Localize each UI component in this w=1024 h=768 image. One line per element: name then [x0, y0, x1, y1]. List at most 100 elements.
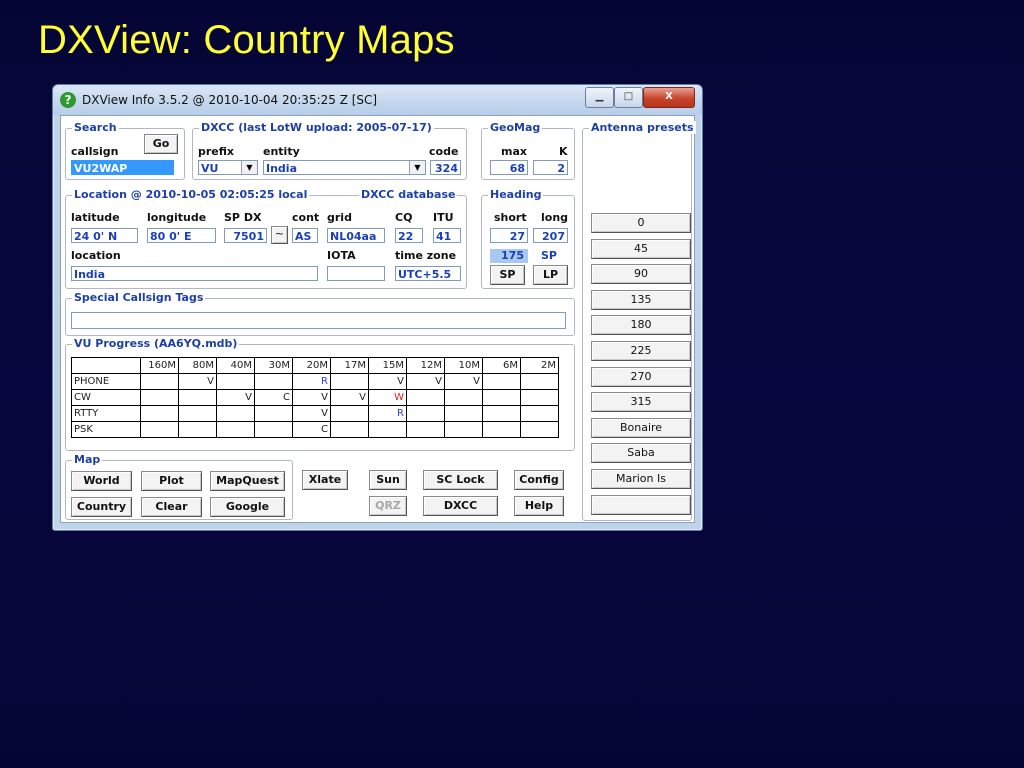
progress-cell[interactable]: [444, 421, 483, 438]
progress-cell[interactable]: [178, 389, 217, 406]
antenna-preset-button[interactable]: Marion Is: [591, 469, 691, 489]
tilde-button[interactable]: ~: [271, 226, 288, 244]
progress-cell[interactable]: [330, 421, 369, 438]
sc-lock-button[interactable]: SC Lock: [423, 470, 498, 490]
sp-button[interactable]: SP: [490, 265, 525, 285]
chevron-down-icon[interactable]: ▼: [409, 161, 425, 174]
progress-cell[interactable]: [520, 421, 559, 438]
long-heading-field[interactable]: 207: [533, 228, 568, 243]
progress-cell[interactable]: [140, 373, 179, 390]
progress-cell[interactable]: [140, 405, 179, 422]
progress-cell[interactable]: [482, 421, 521, 438]
qrz-button[interactable]: QRZ: [369, 496, 407, 516]
timezone-field[interactable]: UTC+5.5: [395, 266, 461, 281]
iota-field[interactable]: [327, 266, 385, 281]
progress-cell[interactable]: R: [368, 405, 407, 422]
longitude-field[interactable]: 80 0' E: [147, 228, 216, 243]
antenna-preset-button[interactable]: [591, 494, 691, 515]
progress-cell[interactable]: V: [216, 389, 255, 406]
progress-cell[interactable]: [178, 405, 217, 422]
mapquest-button[interactable]: MapQuest: [210, 471, 285, 491]
progress-cell[interactable]: [520, 373, 559, 390]
tags-field[interactable]: [71, 312, 566, 329]
progress-cell[interactable]: V: [292, 389, 331, 406]
geomag-max-field[interactable]: 68: [490, 160, 528, 175]
progress-cell[interactable]: [254, 405, 293, 422]
entity-select[interactable]: India ▼: [263, 160, 426, 175]
progress-cell[interactable]: [406, 389, 445, 406]
progress-cell[interactable]: [482, 389, 521, 406]
progress-cell[interactable]: [482, 373, 521, 390]
window-title: DXView Info 3.5.2 @ 2010-10-04 20:35:25 …: [82, 93, 378, 107]
antenna-preset-button[interactable]: Bonaire: [591, 417, 691, 438]
code-field[interactable]: 324: [430, 160, 461, 175]
progress-cell[interactable]: V: [292, 405, 331, 422]
progress-cell[interactable]: [520, 389, 559, 406]
config-button[interactable]: Config: [514, 470, 564, 490]
latitude-label: latitude: [71, 211, 120, 224]
progress-cell[interactable]: V: [406, 373, 445, 390]
maximize-button[interactable]: □: [614, 87, 643, 108]
antenna-preset-button[interactable]: 180: [591, 315, 691, 336]
progress-cell[interactable]: R: [292, 373, 331, 390]
progress-cell[interactable]: [520, 405, 559, 422]
cont-field[interactable]: AS: [292, 228, 318, 243]
world-button[interactable]: World: [71, 471, 132, 491]
plot-button[interactable]: Plot: [141, 471, 202, 491]
short-heading-field[interactable]: 27: [490, 228, 528, 243]
progress-cell[interactable]: [406, 421, 445, 438]
progress-cell[interactable]: [482, 405, 521, 422]
spdx-field[interactable]: 7501: [224, 228, 267, 243]
antenna-preset-button[interactable]: 270: [591, 366, 691, 387]
progress-cell[interactable]: C: [254, 389, 293, 406]
antenna-preset-button[interactable]: 0: [591, 213, 691, 233]
chevron-down-icon[interactable]: ▼: [241, 161, 257, 174]
location-field[interactable]: India: [71, 266, 318, 281]
progress-cell[interactable]: V: [368, 373, 407, 390]
progress-cell[interactable]: W: [368, 389, 407, 406]
sun-button[interactable]: Sun: [369, 470, 407, 490]
itu-field[interactable]: 41: [433, 228, 461, 243]
close-button[interactable]: X: [643, 87, 695, 108]
antenna-preset-button[interactable]: Saba: [591, 443, 691, 464]
antenna-preset-button[interactable]: 135: [591, 289, 691, 310]
progress-cell[interactable]: V: [330, 389, 369, 406]
progress-cell[interactable]: [140, 421, 179, 438]
progress-cell[interactable]: [254, 373, 293, 390]
antenna-preset-button[interactable]: 315: [591, 392, 691, 413]
progress-cell[interactable]: V: [444, 373, 483, 390]
callsign-input[interactable]: VU2WAP: [71, 160, 174, 175]
google-button[interactable]: Google: [210, 497, 285, 517]
progress-cell[interactable]: [216, 421, 255, 438]
lp-button[interactable]: LP: [533, 265, 568, 285]
antenna-preset-button[interactable]: 225: [591, 341, 691, 361]
progress-cell[interactable]: C: [292, 421, 331, 438]
cq-field[interactable]: 22: [395, 228, 423, 243]
latitude-field[interactable]: 24 0' N: [71, 228, 138, 243]
xlate-button[interactable]: Xlate: [302, 470, 348, 490]
progress-cell[interactable]: [444, 389, 483, 406]
progress-cell[interactable]: [178, 421, 217, 438]
progress-cell[interactable]: [444, 405, 483, 422]
dxcc-button[interactable]: DXCC: [423, 496, 498, 516]
progress-cell[interactable]: [368, 421, 407, 438]
progress-cell[interactable]: [330, 373, 369, 390]
clear-button[interactable]: Clear: [141, 497, 202, 517]
progress-cell[interactable]: [140, 389, 179, 406]
progress-cell[interactable]: [406, 405, 445, 422]
prefix-select[interactable]: VU ▼: [198, 160, 258, 175]
country-button[interactable]: Country: [71, 497, 132, 517]
help-button[interactable]: Help: [514, 496, 564, 516]
geomag-k-field[interactable]: 2: [533, 160, 568, 175]
progress-cell[interactable]: [254, 421, 293, 438]
progress-cell[interactable]: [216, 373, 255, 390]
antenna-preset-button[interactable]: 90: [591, 264, 691, 285]
progress-cell[interactable]: V: [178, 373, 217, 390]
grid-field[interactable]: NL04aa: [327, 228, 385, 243]
progress-cell[interactable]: [216, 405, 255, 422]
go-button[interactable]: Go: [144, 134, 178, 154]
title-bar[interactable]: ? DXView Info 3.5.2 @ 2010-10-04 20:35:2…: [53, 85, 702, 115]
minimize-button[interactable]: ▁: [585, 87, 614, 108]
progress-cell[interactable]: [330, 405, 369, 422]
antenna-preset-button[interactable]: 45: [591, 238, 691, 259]
